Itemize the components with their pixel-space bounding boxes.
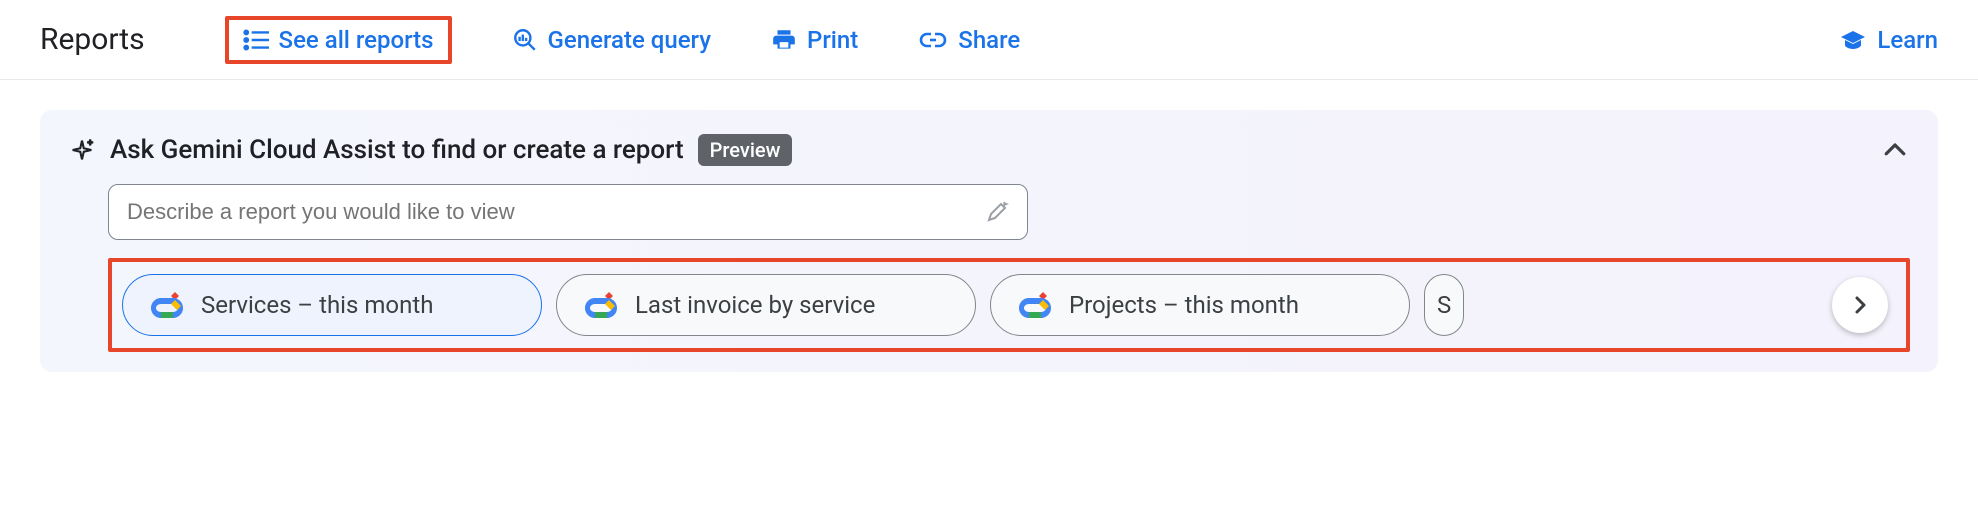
- generate-query-button[interactable]: Generate query: [512, 26, 711, 54]
- generate-query-label: Generate query: [548, 26, 711, 54]
- query-icon: [512, 27, 538, 53]
- chip-label: Last invoice by service: [635, 291, 875, 319]
- chip-last-invoice-by-service[interactable]: Last invoice by service: [556, 274, 976, 336]
- link-icon: [918, 29, 948, 51]
- gemini-assist-panel: Ask Gemini Cloud Assist to find or creat…: [40, 110, 1938, 372]
- panel-title: Ask Gemini Cloud Assist to find or creat…: [110, 135, 684, 165]
- share-label: Share: [958, 26, 1020, 54]
- list-icon: [243, 29, 269, 51]
- print-button[interactable]: Print: [771, 26, 858, 54]
- suggestion-chips-row: Services – this month Last invoice by se…: [108, 258, 1910, 352]
- learn-icon: [1839, 29, 1867, 51]
- chip-projects-this-month[interactable]: Projects – this month: [990, 274, 1410, 336]
- chevron-up-icon: [1880, 135, 1910, 165]
- magic-pencil-icon: [985, 200, 1009, 224]
- google-cloud-icon: [585, 291, 617, 319]
- report-prompt-input-wrapper[interactable]: [108, 184, 1028, 240]
- see-all-reports-label: See all reports: [279, 26, 434, 54]
- collapse-button[interactable]: [1880, 135, 1910, 165]
- sparkle-icon: [68, 136, 96, 164]
- topbar: Reports See all reports Generate query P…: [0, 0, 1978, 80]
- preview-badge: Preview: [698, 134, 793, 166]
- chip-services-this-month[interactable]: Services – this month: [122, 274, 542, 336]
- google-cloud-icon: [1019, 291, 1051, 319]
- chip-partial-next[interactable]: S: [1424, 274, 1464, 336]
- chip-label: S: [1437, 291, 1451, 319]
- chips-scroll-right-button[interactable]: [1832, 277, 1888, 333]
- chip-label: Services – this month: [201, 291, 433, 319]
- print-icon: [771, 27, 797, 53]
- print-label: Print: [807, 26, 858, 54]
- learn-label: Learn: [1877, 26, 1938, 54]
- share-button[interactable]: Share: [918, 26, 1020, 54]
- chip-label: Projects – this month: [1069, 291, 1299, 319]
- google-cloud-icon: [151, 291, 183, 319]
- learn-button[interactable]: Learn: [1839, 26, 1938, 54]
- see-all-reports-button[interactable]: See all reports: [225, 16, 452, 64]
- report-prompt-input[interactable]: [127, 199, 985, 225]
- chevron-right-icon: [1848, 293, 1872, 317]
- page-title: Reports: [40, 22, 145, 57]
